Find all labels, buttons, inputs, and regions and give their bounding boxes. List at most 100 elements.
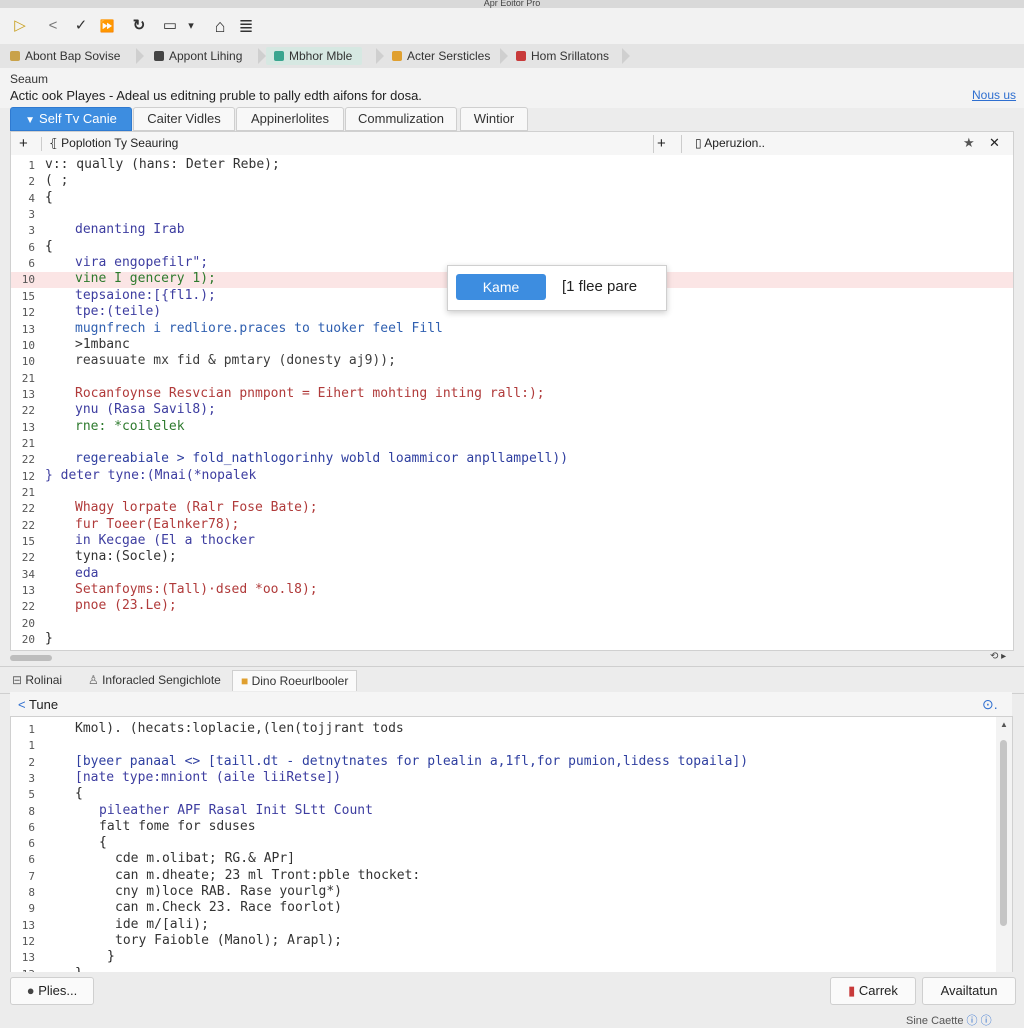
tab-inforacled-sengichlote[interactable]: ♙ Inforacled Sengichlote (80, 670, 229, 690)
line-number: 10 (21, 355, 35, 369)
apply-button[interactable]: Availtatun (922, 977, 1016, 1005)
line-number: 12 (21, 469, 35, 483)
code-line: vine I gencery 1); (75, 271, 216, 287)
cancel-button[interactable]: ▮ Carrek (830, 977, 916, 1005)
line-number: 34 (21, 567, 35, 581)
info-icon[interactable]: ⊙. (982, 696, 998, 713)
code-line: tepsaione:[{fl1.); (75, 287, 216, 303)
line-number: 20 (21, 633, 35, 647)
check-icon[interactable]: ✓ (72, 16, 90, 36)
forward-icon[interactable]: ⏩ (98, 16, 116, 36)
info-icon: ⓘ ⓘ (966, 1015, 992, 1027)
line-number: 12 (21, 934, 35, 948)
kame-button[interactable]: Kame (456, 274, 546, 300)
line-number: 22 (21, 518, 35, 532)
code-line: pnoe (23.Le); (75, 598, 177, 614)
code-line: [nate type:mniont (aile liiRetse]) (75, 769, 342, 785)
tab-commulization[interactable]: Commulization (345, 107, 457, 131)
output-editor[interactable]: 1 Kmol). (hecats:loplacie,(len(tojjrant t… (10, 716, 997, 974)
line-number: 3 (28, 208, 35, 222)
bookmark-separator (500, 48, 508, 64)
code-line: } (107, 949, 115, 965)
code-line: tory Faioble (Manol); Arapl); (115, 932, 342, 948)
bookmark-icon (392, 51, 402, 61)
tab-self-tv-canie[interactable]: ▼ Self Tv Canie (10, 107, 132, 131)
refresh-icon[interactable]: ↻ (130, 16, 148, 36)
bookmark-icon (10, 51, 20, 61)
line-number: 6 (28, 257, 35, 271)
code-line: { (45, 238, 53, 254)
scroll-up-icon[interactable]: ▲ (1000, 720, 1008, 729)
tab-dino-roeurlbooler[interactable]: ■ Dino Roeurlbooler (232, 670, 358, 691)
line-number: 6 (28, 820, 35, 834)
line-number: 22 (21, 453, 35, 467)
run-icon[interactable]: ▷ (10, 16, 30, 36)
bookmark-item[interactable]: Acter Sersticles (384, 47, 500, 65)
line-number: 2 (28, 755, 35, 769)
code-line: reasuuate mx fid & pmtary (donesty aj9))… (75, 353, 396, 369)
document-icon: ▯ (695, 136, 705, 150)
code-line: can m.Check 23. Race foorlot) (115, 900, 342, 916)
add-icon[interactable]: + (19, 135, 28, 152)
window-icon[interactable]: ▭ (160, 16, 180, 36)
code-line: vira engopefilr"; (75, 255, 209, 271)
code-line: >1mbanc (75, 336, 130, 352)
line-number: 21 (21, 486, 35, 499)
tune-toggle[interactable]: < Tune (18, 697, 58, 712)
line-number: 22 (21, 551, 35, 565)
line-number: 20 (21, 616, 35, 630)
divider (681, 135, 682, 153)
scroll-indicator-icon[interactable]: ⟲ ▸ (990, 651, 1006, 662)
tab-rolinai[interactable]: ⊟ Rolinai (4, 670, 70, 690)
dropdown-icon[interactable]: ▾ (184, 16, 198, 36)
operation-label[interactable]: ▯ Aperuzion.. (695, 136, 765, 150)
code-editor[interactable]: 1 v:: qually (hans: Deter Rebe); 2( ; 4{3 3 d… (10, 155, 1014, 651)
tab-bar: ▼ Self Tv Canie Caiter Vidles Appinerloli… (10, 107, 1014, 131)
help-link[interactable]: Nous us (972, 88, 1016, 102)
page-header: Seaum Actic ook Playes - Adeal us editni… (0, 68, 1024, 108)
code-line: Whagy lorpate (Ralr Fose Bate); (75, 500, 318, 516)
window-titlebar: Apr Eoitor Pro (0, 0, 1024, 8)
back-icon[interactable]: < (44, 16, 62, 36)
code-line: } deter tyne:(Mnai(*nopalek (45, 467, 257, 483)
scrollbar-thumb[interactable] (1000, 740, 1007, 926)
code-line: falt fome for sduses (99, 818, 256, 834)
line-number: 13 (21, 322, 35, 336)
bookmark-separator (258, 48, 266, 64)
new-file-icon[interactable]: + (657, 135, 666, 152)
file-path: ⦃ Poplotion Ty Seauring (49, 136, 179, 150)
line-number: 10 (21, 338, 35, 352)
settings-icon: ● (26, 983, 39, 998)
window-title: Apr Eoitor Pro (483, 0, 541, 8)
code-line: Rocanfoynse Resvcian pnmpont = Eihert mo… (75, 385, 545, 401)
code-line: Setanfoyms:(Tall)·dsed *oo.l8); (75, 582, 318, 598)
terminal-icon: ⊟ (12, 673, 26, 687)
plies-button[interactable]: ● Plies... (10, 977, 94, 1005)
line-number: 15 (21, 289, 35, 303)
tab-appinerlolites[interactable]: Appinerlolites (236, 107, 344, 131)
line-number: 6 (28, 240, 35, 254)
bookmark-icon (154, 51, 164, 61)
bookmark-item[interactable]: Hom Srillatons (508, 47, 619, 65)
code-line: mugnfrech i redliore.praces to tuoker fe… (75, 320, 443, 336)
line-number: 3 (28, 224, 35, 238)
code-line: [byeer panaal <> [taill.dt - detnytnates… (75, 753, 749, 769)
home-icon[interactable]: ⌂ (210, 16, 230, 36)
line-number: 1 (28, 723, 35, 736)
tab-wintior[interactable]: Wintior (460, 107, 528, 131)
bookmark-item[interactable]: Abont Bap Sovise (2, 47, 130, 65)
star-icon[interactable]: ★ (963, 135, 975, 151)
divider (653, 135, 654, 153)
line-number: 1 (28, 739, 35, 753)
tab-caiter-vidles[interactable]: Caiter Vidles (133, 107, 235, 131)
code-line: } (45, 631, 53, 647)
bookmarks-bar: Abont Bap Sovise Appont Lihing Mbhor Mbl… (0, 44, 1024, 69)
line-number: 8 (28, 804, 35, 818)
line-number: 2 (28, 175, 35, 189)
bookmark-item[interactable]: Mbhor Mble (266, 47, 363, 65)
close-icon[interactable]: ✕ (989, 135, 1000, 151)
scrollbar-thumb[interactable] (10, 655, 52, 661)
horizontal-scrollbar[interactable]: ⟲ ▸ (10, 651, 1012, 663)
list-icon[interactable]: ≣ (236, 16, 256, 36)
bookmark-item[interactable]: Appont Lihing (146, 47, 252, 65)
